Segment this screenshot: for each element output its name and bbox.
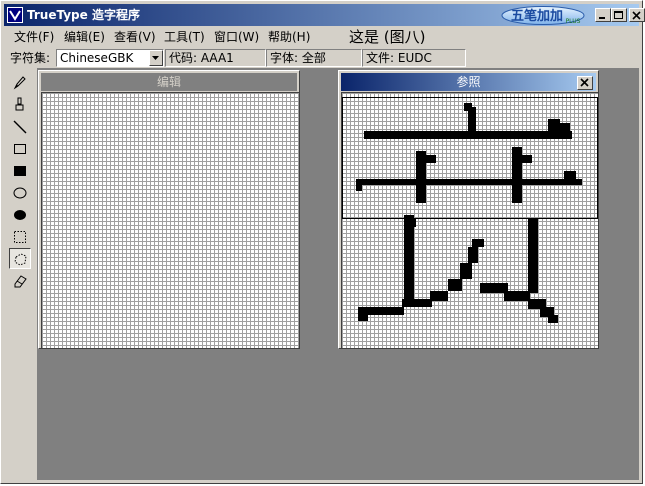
minimize-icon xyxy=(599,17,605,19)
chevron-down-icon xyxy=(152,56,159,60)
app-icon xyxy=(7,7,23,23)
line-tool-button[interactable] xyxy=(9,116,31,137)
menu-file[interactable]: 文件(F) xyxy=(14,29,54,45)
freeform-select-icon xyxy=(14,253,27,266)
edit-grid[interactable] xyxy=(41,92,299,348)
reference-title-text: 参照 xyxy=(456,75,481,89)
menu-edit[interactable]: 编辑(E) xyxy=(64,29,105,45)
minimize-button[interactable] xyxy=(595,8,611,22)
close-icon xyxy=(580,78,589,87)
rectangle-select-tool-button[interactable] xyxy=(9,226,31,247)
pencil-tool-button[interactable] xyxy=(9,72,31,93)
menu-window[interactable]: 窗口(W) xyxy=(214,29,259,45)
edit-window-title: 编辑 xyxy=(41,73,297,91)
filled-rectangle-tool-button[interactable] xyxy=(9,160,31,181)
reference-close-button[interactable] xyxy=(577,76,593,90)
ime-logo[interactable]: 五笔加加 PLUS xyxy=(501,6,585,25)
close-button[interactable] xyxy=(629,8,645,22)
main-window: TrueType 造字程序 五笔加加 PLUS 文件(F) 编辑(E) 查看(V… xyxy=(0,0,645,484)
rectangle-select-icon xyxy=(14,231,26,243)
svg-text:PLUS: PLUS xyxy=(566,18,581,25)
charset-label: 字符集: xyxy=(10,51,51,65)
edit-window[interactable]: 编辑 xyxy=(38,70,300,349)
svg-text:五笔加加: 五笔加加 xyxy=(511,8,563,24)
hollow-ellipse-tool-button[interactable] xyxy=(9,182,31,203)
drawing-toolbar xyxy=(7,72,33,292)
menu-bar: 文件(F) 编辑(E) 查看(V) 工具(T) 窗口(W) 帮助(H) 这是 (… xyxy=(4,27,639,47)
menu-view[interactable]: 查看(V) xyxy=(114,29,156,45)
freeform-select-tool-button[interactable] xyxy=(9,248,31,269)
reference-window[interactable]: 参照 xyxy=(338,70,599,349)
eraser-tool-button[interactable] xyxy=(9,270,31,291)
line-icon xyxy=(13,120,27,134)
title-bar[interactable]: TrueType 造字程序 五笔加加 PLUS xyxy=(4,4,645,26)
menu-tools[interactable]: 工具(T) xyxy=(164,29,205,45)
reference-window-title: 参照 xyxy=(341,73,596,91)
window-title: TrueType 造字程序 xyxy=(27,8,140,22)
maximize-icon xyxy=(614,11,623,19)
close-icon xyxy=(632,11,641,20)
file-field: 文件: EUDC xyxy=(362,49,466,67)
hollow-rectangle-tool-button[interactable] xyxy=(9,138,31,159)
maximize-button[interactable] xyxy=(611,8,627,22)
reference-grid xyxy=(341,92,598,348)
filled-ellipse-tool-button[interactable] xyxy=(9,204,31,225)
font-field: 字体: 全部 xyxy=(266,49,362,67)
filled-ellipse-icon xyxy=(14,210,26,220)
eraser-icon xyxy=(14,275,27,288)
pencil-icon xyxy=(13,76,26,90)
filled-rectangle-icon xyxy=(14,166,26,176)
charset-value: ChineseGBK xyxy=(60,51,134,65)
charset-select[interactable]: ChineseGBK xyxy=(56,49,164,67)
reference-glyph xyxy=(342,97,598,323)
figure-caption: 这是 (图八) xyxy=(349,28,426,46)
brush-tool-button[interactable] xyxy=(9,94,31,115)
status-bar: 字符集: ChineseGBK 代码: AAA1 字体: 全部 文件: EUDC xyxy=(4,48,639,68)
code-field: 代码: AAA1 xyxy=(165,49,266,67)
dropdown-arrow-button[interactable] xyxy=(149,50,163,66)
hollow-ellipse-icon xyxy=(13,187,27,199)
hollow-rectangle-icon xyxy=(14,144,26,154)
brush-icon xyxy=(15,97,24,111)
menu-help[interactable]: 帮助(H) xyxy=(268,29,310,45)
